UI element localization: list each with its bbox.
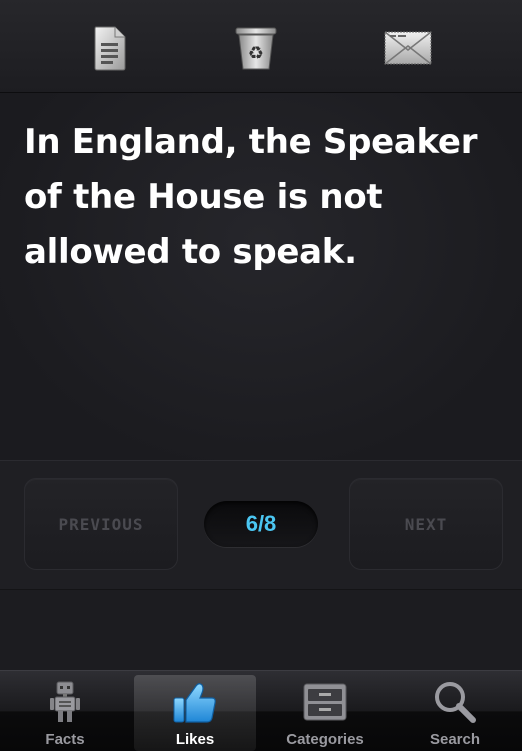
tab-facts-label: Facts [45, 731, 85, 748]
top-toolbar: ♻ [0, 0, 522, 93]
tab-likes-label: Likes [175, 731, 215, 748]
fact-card: In England, the Speaker of the House is … [0, 93, 522, 461]
svg-text:♻: ♻ [248, 43, 264, 64]
spacer-panel [0, 590, 522, 670]
tab-categories[interactable]: Categories [264, 675, 386, 751]
previous-button[interactable]: PREVIOUS [24, 478, 178, 570]
email-button[interactable] [383, 22, 433, 74]
tab-likes[interactable]: Likes [134, 675, 256, 751]
email-icon [384, 31, 432, 65]
tab-categories-label: Categories [286, 731, 364, 748]
recycle-button[interactable]: ♻ [232, 22, 280, 74]
thumbs-up-icon [173, 683, 216, 723]
tab-search[interactable]: Search [394, 675, 516, 751]
tab-bar: Facts Likes Categories Search [0, 670, 522, 751]
tab-search-label: Search [429, 731, 481, 748]
cabinet-icon [303, 683, 347, 721]
page-counter: 6/8 [204, 501, 318, 547]
document-button[interactable] [88, 22, 132, 74]
recycle-bin-icon: ♻ [235, 27, 277, 70]
fact-text: In England, the Speaker of the House is … [24, 122, 478, 272]
navigation-bar: PREVIOUS 6/8 NEXT [0, 461, 522, 590]
document-icon [94, 26, 126, 71]
magnifier-icon [435, 682, 476, 723]
next-button[interactable]: NEXT [349, 478, 503, 570]
tab-facts[interactable]: Facts [4, 675, 126, 751]
robot-icon [50, 681, 80, 722]
